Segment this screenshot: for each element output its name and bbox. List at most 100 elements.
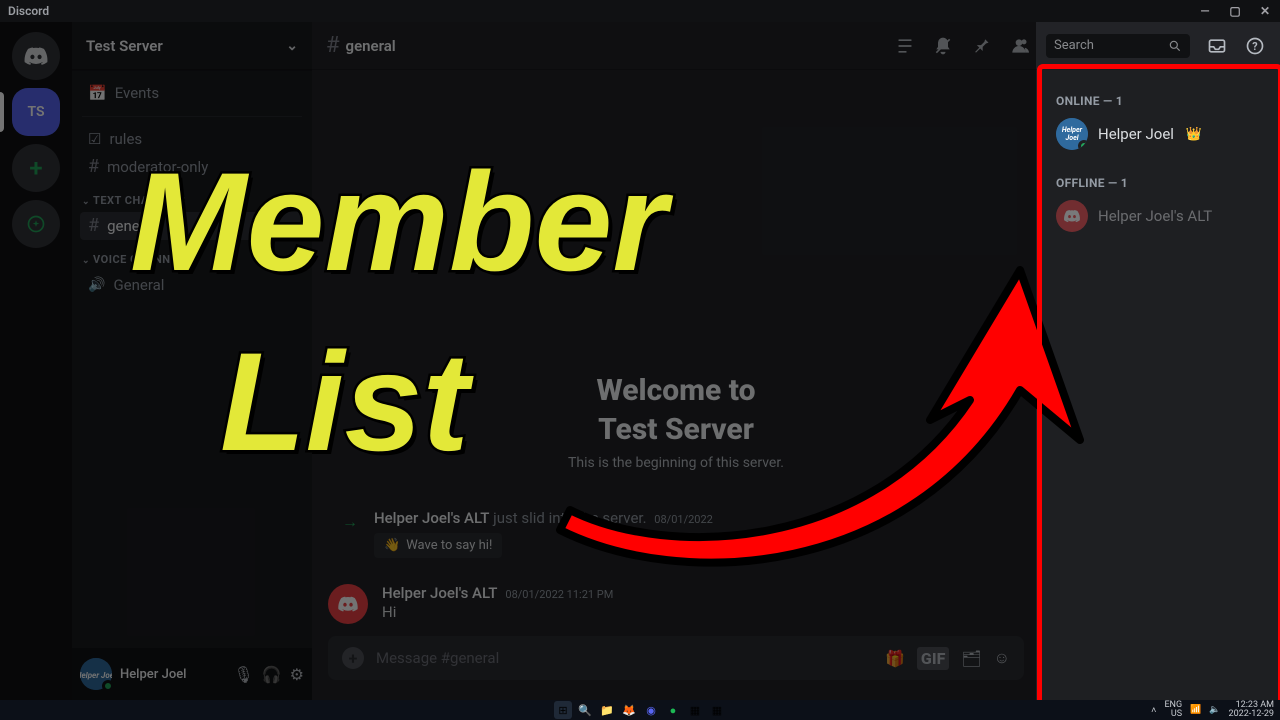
channel-header: # general Search ? <box>312 22 1280 70</box>
channel-name: general <box>346 37 396 55</box>
join-text: just slid into the server. <box>489 509 646 527</box>
wave-label: Wave to say hi! <box>406 538 492 553</box>
threads-button[interactable] <box>894 36 916 56</box>
join-arrow-icon: → <box>342 512 358 532</box>
members-online-header: ONLINE — 1 <box>1056 94 1272 108</box>
user-panel: Helper Joel Helper Joel 🎙 🎧 ⚙ <box>72 648 312 700</box>
server-rail: TS + <box>0 22 72 700</box>
message-composer[interactable]: + Message #general 🎁 GIF 🗂 ☺ <box>328 636 1024 680</box>
member-row-offline[interactable]: Helper Joel's ALT <box>1056 196 1272 236</box>
close-button[interactable]: ✕ <box>1250 0 1280 22</box>
message-username[interactable]: Helper Joel's ALT <box>382 584 497 602</box>
app-name: Discord <box>8 4 49 18</box>
sticker-button[interactable]: 🗂 <box>961 649 981 668</box>
notification-settings-button[interactable] <box>932 36 954 56</box>
tray-volume-icon[interactable]: 🔈 <box>1209 705 1220 715</box>
gif-button[interactable]: GIF <box>917 647 949 670</box>
add-server-button[interactable]: + <box>12 144 60 192</box>
message-timestamp: 08/01/2022 11:21 PM <box>505 588 613 601</box>
window-controls: — ▢ ✕ <box>1190 0 1280 22</box>
minimize-button[interactable]: — <box>1190 0 1220 22</box>
member-row-online[interactable]: HelperJoel Helper Joel 👑 <box>1056 114 1272 154</box>
discord-home-button[interactable] <box>12 32 60 80</box>
self-avatar[interactable]: Helper Joel <box>80 658 112 690</box>
calendar-icon: 📅 <box>88 84 107 102</box>
member-name: Helper Joel's ALT <box>1098 207 1212 225</box>
member-avatar: HelperJoel <box>1056 118 1088 150</box>
member-list: ONLINE — 1 HelperJoel Helper Joel 👑 OFFL… <box>1040 70 1280 700</box>
wave-icon: 👋 <box>384 538 400 553</box>
owner-crown-icon: 👑 <box>1186 127 1202 142</box>
hash-icon: # <box>88 158 99 176</box>
help-button[interactable]: ? <box>1244 36 1266 56</box>
taskbar-start[interactable]: ⊞ <box>554 701 572 719</box>
emoji-button[interactable]: ☺ <box>994 648 1010 668</box>
taskbar-search[interactable]: 🔍 <box>576 701 594 719</box>
message-avatar[interactable] <box>328 584 368 624</box>
member-name: Helper Joel <box>1098 125 1174 143</box>
composer-placeholder: Message #general <box>376 649 873 667</box>
tray-clock[interactable]: 12:23 AM 2022-12-29 <box>1229 701 1274 719</box>
message-content: Hi <box>382 603 613 621</box>
search-input[interactable]: Search <box>1046 34 1190 58</box>
join-timestamp: 08/01/2022 <box>654 513 713 526</box>
attach-button[interactable]: + <box>342 647 364 669</box>
status-online-icon <box>1078 140 1088 150</box>
taskbar-tray: ˄ ENG US 📶 🔈 12:23 AM 2022-12-29 <box>1151 701 1274 719</box>
taskbar-app-discord[interactable]: ◉ <box>642 701 660 719</box>
tray-chevron-icon[interactable]: ˄ <box>1151 705 1156 716</box>
svg-text:Joel: Joel <box>1065 134 1078 142</box>
chevron-down-icon: ⌄ <box>286 38 298 54</box>
svg-text:?: ? <box>1252 40 1257 53</box>
member-avatar <box>1056 200 1088 232</box>
discord-logo-icon <box>1063 207 1081 225</box>
active-server-indicator <box>0 92 4 132</box>
tray-language[interactable]: ENG US <box>1164 701 1182 719</box>
server-header[interactable]: Test Server ⌄ <box>72 22 312 70</box>
status-online-icon <box>102 680 114 692</box>
hash-icon: # <box>326 35 340 57</box>
system-join-message: → Helper Joel's ALT just slid into the s… <box>328 501 1024 566</box>
message-row: Helper Joel's ALT 08/01/2022 11:21 PM Hi <box>328 576 1024 630</box>
taskbar-center: ⊞ 🔍 📁 🦊 ◉ ● ▦ ▦ <box>554 701 726 719</box>
maximize-button[interactable]: ▢ <box>1220 0 1250 22</box>
discord-logo-icon <box>337 593 359 615</box>
gift-button[interactable]: 🎁 <box>885 649 905 668</box>
search-placeholder: Search <box>1054 38 1094 53</box>
taskbar-app-generic[interactable]: ▦ <box>686 701 704 719</box>
svg-text:Helper Joel: Helper Joel <box>80 671 112 680</box>
taskbar-app-firefox[interactable]: 🦊 <box>620 701 638 719</box>
chevron-down-icon: ⌄ <box>82 197 90 207</box>
compass-icon <box>26 214 46 234</box>
pinned-messages-button[interactable] <box>970 36 992 56</box>
taskbar-app-generic2[interactable]: ▦ <box>708 701 726 719</box>
taskbar-app-explorer[interactable]: 📁 <box>598 701 616 719</box>
hash-icon: # <box>88 217 99 235</box>
inbox-button[interactable] <box>1206 36 1228 56</box>
members-offline-header: OFFLINE — 1 <box>1056 176 1272 190</box>
rules-icon: ☑ <box>88 130 101 148</box>
deafen-button[interactable]: 🎧 <box>262 665 282 684</box>
window-titlebar: Discord — ▢ ✕ <box>0 0 1280 22</box>
speaker-icon: 🔊 <box>88 277 105 293</box>
user-settings-button[interactable]: ⚙ <box>290 665 304 684</box>
join-username[interactable]: Helper Joel's ALT <box>374 509 489 527</box>
overlay-text-member: Member <box>130 155 667 288</box>
divider <box>82 116 302 117</box>
mute-button[interactable]: 🎙 <box>233 665 253 684</box>
events-button[interactable]: 📅 Events <box>80 78 304 108</box>
tray-wifi-icon[interactable]: 📶 <box>1190 705 1201 715</box>
self-username: Helper Joel <box>120 667 225 682</box>
explore-servers-button[interactable] <box>12 200 60 248</box>
search-icon <box>1168 39 1182 53</box>
events-label: Events <box>115 84 159 102</box>
discord-logo-icon <box>23 43 49 69</box>
svg-text:Helper: Helper <box>1062 126 1083 134</box>
windows-taskbar: ⊞ 🔍 📁 🦊 ◉ ● ▦ ▦ ˄ ENG US 📶 🔈 12:23 AM 20… <box>0 700 1280 720</box>
member-list-toggle[interactable] <box>1008 36 1030 56</box>
channel-title: # general <box>326 35 396 57</box>
taskbar-app-spotify[interactable]: ● <box>664 701 682 719</box>
overlay-text-list: List <box>220 335 469 468</box>
wave-button[interactable]: 👋 Wave to say hi! <box>374 533 502 558</box>
server-item-test-server[interactable]: TS <box>12 88 60 136</box>
